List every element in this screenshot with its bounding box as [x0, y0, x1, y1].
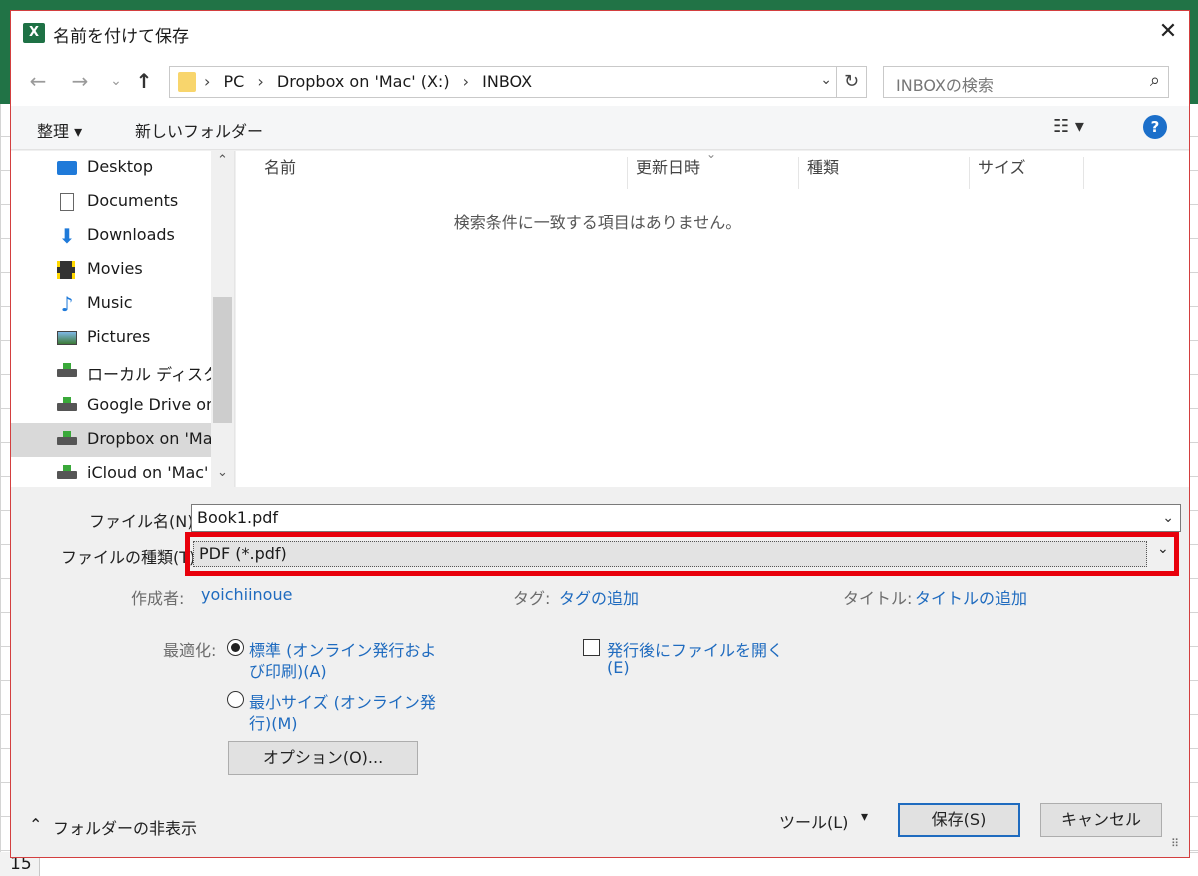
desktop-icon — [57, 161, 77, 175]
network-drive-icon — [57, 431, 77, 445]
optimize-label: 最適化: — [163, 641, 217, 660]
filename-field[interactable]: Book1.pdf ⌄ — [191, 504, 1181, 532]
filename-value: Book1.pdf — [197, 508, 279, 527]
music-icon: ♪ — [60, 292, 74, 316]
optimize-standard-radio[interactable] — [227, 639, 244, 656]
search-input[interactable]: INBOXの検索 ⌕ — [883, 66, 1169, 98]
optimize-minimum-radio[interactable] — [227, 691, 244, 708]
hide-folders-button[interactable]: フォルダーの非表示 — [53, 815, 197, 839]
recent-locations-icon[interactable]: ⌄ — [103, 68, 129, 94]
up-arrow-icon[interactable]: ↑ — [131, 68, 157, 94]
sidebar-item-desktop[interactable]: Desktop — [11, 151, 211, 185]
chevron-down-icon[interactable]: ⌄ — [1162, 505, 1174, 531]
folder-icon — [178, 72, 196, 92]
filename-label: ファイル名(N): — [89, 512, 199, 531]
chevron-down-icon[interactable]: ⌄ — [820, 72, 832, 88]
column-header-type[interactable]: 種類 — [799, 157, 970, 189]
chevron-up-icon[interactable]: ⌃ — [29, 815, 42, 834]
tags-label: タグ: — [513, 589, 551, 608]
breadcrumb-separator: › — [204, 72, 211, 91]
tools-button[interactable]: ツール(L) — [779, 809, 848, 833]
new-folder-button[interactable]: 新しいフォルダー — [135, 118, 263, 142]
filetype-highlight-box — [185, 532, 1179, 576]
search-icon[interactable]: ⌕ — [1150, 70, 1160, 91]
command-toolbar: 整理 ▾ 新しいフォルダー ☷ ▾ ? — [11, 106, 1189, 150]
filetype-label: ファイルの種類(T): — [61, 548, 201, 567]
tools-dropdown-icon[interactable]: ▾ — [861, 809, 868, 825]
breadcrumb-dropbox[interactable]: Dropbox on 'Mac' (X:) — [277, 72, 450, 91]
sidebar-item-label: ローカル ディスク (C — [87, 365, 211, 384]
sidebar-item-label: Documents — [87, 191, 179, 210]
breadcrumb-separator: › — [257, 72, 264, 91]
address-bar[interactable]: › PC › Dropbox on 'Mac' (X:) › INBOX ⌄ — [169, 66, 837, 98]
column-header-size[interactable]: サイズ — [970, 157, 1084, 189]
options-button[interactable]: オプション(O)... — [228, 741, 418, 775]
excel-icon: X — [23, 23, 45, 43]
pictures-icon — [57, 331, 77, 345]
documents-icon — [60, 193, 74, 211]
close-icon[interactable]: ✕ — [1151, 17, 1185, 49]
open-after-publish-label-cont[interactable]: (E) — [607, 658, 630, 677]
navigation-pane: Desktop Documents ⬇ Downloads Movies ♪ M… — [11, 151, 235, 487]
tags-add-link[interactable]: タグの追加 — [559, 585, 639, 609]
scroll-down-icon[interactable]: ⌄ — [213, 465, 232, 480]
sidebar-item-local-disk[interactable]: ローカル ディスク (C — [11, 355, 211, 389]
sidebar-item-label: Pictures — [87, 327, 151, 346]
title-add-link[interactable]: タイトルの追加 — [915, 585, 1027, 609]
sidebar-item-music[interactable]: ♪ Music — [11, 287, 211, 321]
optimize-minimum-label-cont[interactable]: 行)(M) — [249, 710, 298, 734]
forward-arrow-icon[interactable]: → — [67, 68, 93, 94]
sidebar-item-label: Dropbox on 'Ma — [87, 429, 211, 448]
scroll-up-icon[interactable]: ⌃ — [213, 153, 232, 168]
cancel-button[interactable]: キャンセル — [1040, 803, 1162, 837]
sidebar-scrollbar[interactable]: ⌃ ⌄ — [211, 151, 234, 487]
breadcrumb-separator: › — [462, 72, 470, 91]
back-arrow-icon[interactable]: ← — [25, 68, 51, 94]
dialog-title: 名前を付けて保存 — [53, 27, 189, 47]
breadcrumb: › PC › Dropbox on 'Mac' (X:) › INBOX — [204, 72, 540, 91]
sidebar-item-label: iCloud on 'Mac' — [87, 463, 209, 482]
empty-message: 検索条件に一致する項目はありません。 — [453, 213, 742, 232]
network-drive-icon — [57, 465, 77, 479]
save-as-dialog: X 名前を付けて保存 ✕ ← → ⌄ ↑ › PC › Dropbox on '… — [10, 10, 1190, 858]
title-bar: X 名前を付けて保存 ✕ — [11, 11, 1189, 56]
scrollbar-thumb[interactable] — [213, 297, 232, 423]
sidebar-item-google-drive[interactable]: Google Drive on — [11, 389, 211, 423]
sidebar-item-label: Downloads — [87, 225, 175, 244]
sidebar-item-label: Google Drive on — [87, 395, 211, 414]
breadcrumb-pc[interactable]: PC — [224, 72, 245, 91]
column-header-name[interactable]: 名前 — [256, 157, 628, 189]
optimize-standard-label-cont[interactable]: び印刷)(A) — [249, 658, 327, 682]
title-label: タイトル: — [843, 589, 913, 608]
help-icon[interactable]: ? — [1143, 115, 1167, 139]
sort-chevron-icon: ⌄ — [706, 147, 717, 161]
breadcrumb-inbox[interactable]: INBOX — [482, 72, 532, 91]
resize-grip-icon[interactable]: ⠿ — [1171, 837, 1179, 850]
search-placeholder: INBOXの検索 — [896, 76, 994, 95]
column-header-date[interactable]: 更新日時 — [628, 157, 799, 189]
author-label: 作成者: — [131, 589, 185, 608]
movies-icon — [57, 261, 75, 279]
open-after-publish-label[interactable]: 発行後にファイルを開く — [607, 637, 783, 661]
sidebar-item-dropbox[interactable]: Dropbox on 'Ma — [11, 423, 211, 457]
sidebar-item-icloud[interactable]: iCloud on 'Mac' — [11, 457, 211, 491]
sidebar-item-label: Desktop — [87, 157, 153, 176]
sidebar-item-label: Movies — [87, 259, 143, 278]
open-after-publish-checkbox[interactable] — [583, 639, 600, 656]
view-options-icon[interactable]: ☷ ▾ — [1053, 116, 1084, 137]
author-value[interactable]: yoichiinoue — [201, 585, 292, 604]
sidebar-item-pictures[interactable]: Pictures — [11, 321, 211, 355]
navigation-bar: ← → ⌄ ↑ › PC › Dropbox on 'Mac' (X:) › I… — [11, 56, 1189, 106]
save-button[interactable]: 保存(S) — [898, 803, 1020, 837]
local-disk-icon — [57, 363, 77, 377]
sidebar-item-label: Music — [87, 293, 133, 312]
downloads-icon: ⬇ — [58, 224, 76, 248]
sidebar-item-movies[interactable]: Movies — [11, 253, 211, 287]
sidebar-item-downloads[interactable]: ⬇ Downloads — [11, 219, 211, 253]
refresh-icon[interactable]: ↻ — [837, 66, 867, 98]
file-list: 名前 更新日時 ⌄ 種類 サイズ 検索条件に一致する項目はありません。 — [236, 147, 1189, 487]
sidebar-item-documents[interactable]: Documents — [11, 185, 211, 219]
organize-menu-button[interactable]: 整理 ▾ — [37, 118, 82, 142]
network-drive-icon — [57, 397, 77, 411]
